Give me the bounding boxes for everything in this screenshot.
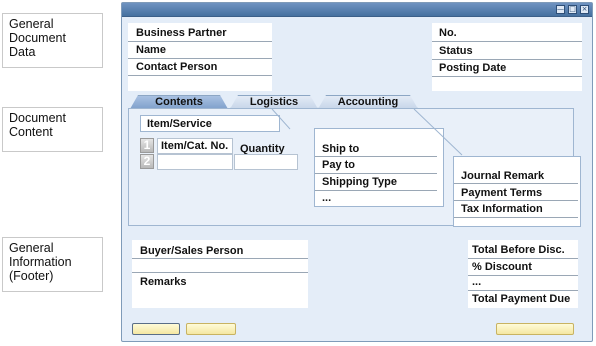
grid-cell[interactable] — [157, 154, 233, 170]
total-before-discount-label: Total Before Disc. — [472, 244, 565, 256]
tab-accounting[interactable]: Accounting — [318, 95, 418, 109]
divider — [128, 41, 272, 42]
more-label: ... — [472, 276, 482, 288]
row-number: 1 — [140, 138, 154, 153]
restore-icon[interactable]: □ — [568, 5, 577, 14]
tab-logistics[interactable]: Logistics — [230, 95, 318, 109]
cancel-button[interactable] — [186, 323, 236, 335]
logistics-panel: Ship to Pay to Shipping Type ... — [314, 128, 444, 207]
divider — [454, 217, 578, 218]
divider — [432, 76, 582, 77]
close-icon[interactable]: × — [580, 5, 589, 14]
journal-remark-label: Journal Remark — [461, 170, 545, 182]
status-label: Status — [439, 45, 473, 57]
callout-line: Content — [9, 125, 53, 139]
more-label: ... — [322, 192, 332, 204]
callout-line: Information — [9, 255, 72, 269]
copy-to-button[interactable] — [496, 323, 574, 335]
document-window: — □ × Business Partner Name Contact Pers… — [121, 2, 593, 342]
column-header-item-cat-no: Item/Cat. No. — [157, 138, 233, 154]
callout-line: Document — [9, 31, 66, 45]
posting-date-label: Posting Date — [439, 62, 507, 74]
name-label: Name — [136, 44, 166, 56]
ok-button[interactable] — [132, 323, 180, 335]
footer-right-panel: Total Before Disc. % Discount ... Total … — [468, 240, 578, 308]
column-label: Item/Cat. No. — [161, 140, 229, 152]
ship-to-label: Ship to — [322, 143, 360, 155]
divider — [432, 59, 582, 60]
callout-general-information-footer: General Information (Footer) — [2, 237, 103, 292]
header-right-panel: No. Status Posting Date — [432, 23, 582, 91]
divider — [432, 41, 582, 42]
window-titlebar: — □ × — [122, 3, 592, 17]
total-payment-due-label: Total Payment Due — [472, 293, 571, 305]
divider — [468, 258, 578, 259]
contact-person-label: Contact Person — [136, 61, 218, 73]
callout-line: General — [9, 241, 54, 255]
callout-line: General — [9, 17, 54, 31]
divider — [315, 190, 437, 191]
discount-label: % Discount — [472, 261, 532, 273]
accounting-panel: Journal Remark Payment Terms Tax Informa… — [453, 156, 581, 227]
buyer-sales-person-label: Buyer/Sales Person — [140, 245, 244, 257]
pay-to-label: Pay to — [322, 159, 356, 171]
callout-line: (Footer) — [9, 269, 54, 283]
divider — [128, 75, 272, 76]
grid-cell[interactable] — [234, 154, 298, 170]
callout-general-document-data: General Document Data — [2, 13, 103, 68]
tab-contents[interactable]: Contents — [130, 95, 228, 109]
divider — [132, 272, 308, 273]
shipping-type-label: Shipping Type — [322, 176, 397, 188]
callout-line: Document — [9, 111, 66, 125]
footer-left-panel: Buyer/Sales Person Remarks — [132, 240, 308, 308]
header-left-panel: Business Partner Name Contact Person — [128, 23, 272, 91]
remarks-label: Remarks — [140, 276, 187, 288]
divider — [315, 156, 437, 157]
tab-content-area: Item/Service 1 2 Item/Cat. No. Quantity … — [128, 108, 581, 227]
item-service-label: Item/Service — [147, 118, 212, 130]
business-partner-label: Business Partner — [136, 27, 227, 39]
payment-terms-label: Payment Terms — [461, 187, 543, 199]
divider — [454, 200, 578, 201]
item-service-box: Item/Service — [140, 115, 280, 132]
callout-document-content: Document Content — [2, 107, 103, 152]
no-label: No. — [439, 27, 457, 39]
callout-line: Data — [9, 45, 36, 59]
divider — [128, 58, 272, 59]
row-number: 2 — [140, 154, 154, 169]
divider — [468, 275, 578, 276]
divider — [132, 258, 308, 259]
divider — [468, 290, 578, 291]
divider — [454, 183, 578, 184]
tax-information-label: Tax Information — [461, 203, 543, 215]
divider — [315, 173, 437, 174]
column-header-quantity: Quantity — [234, 138, 298, 155]
minimize-icon[interactable]: — — [556, 5, 565, 14]
